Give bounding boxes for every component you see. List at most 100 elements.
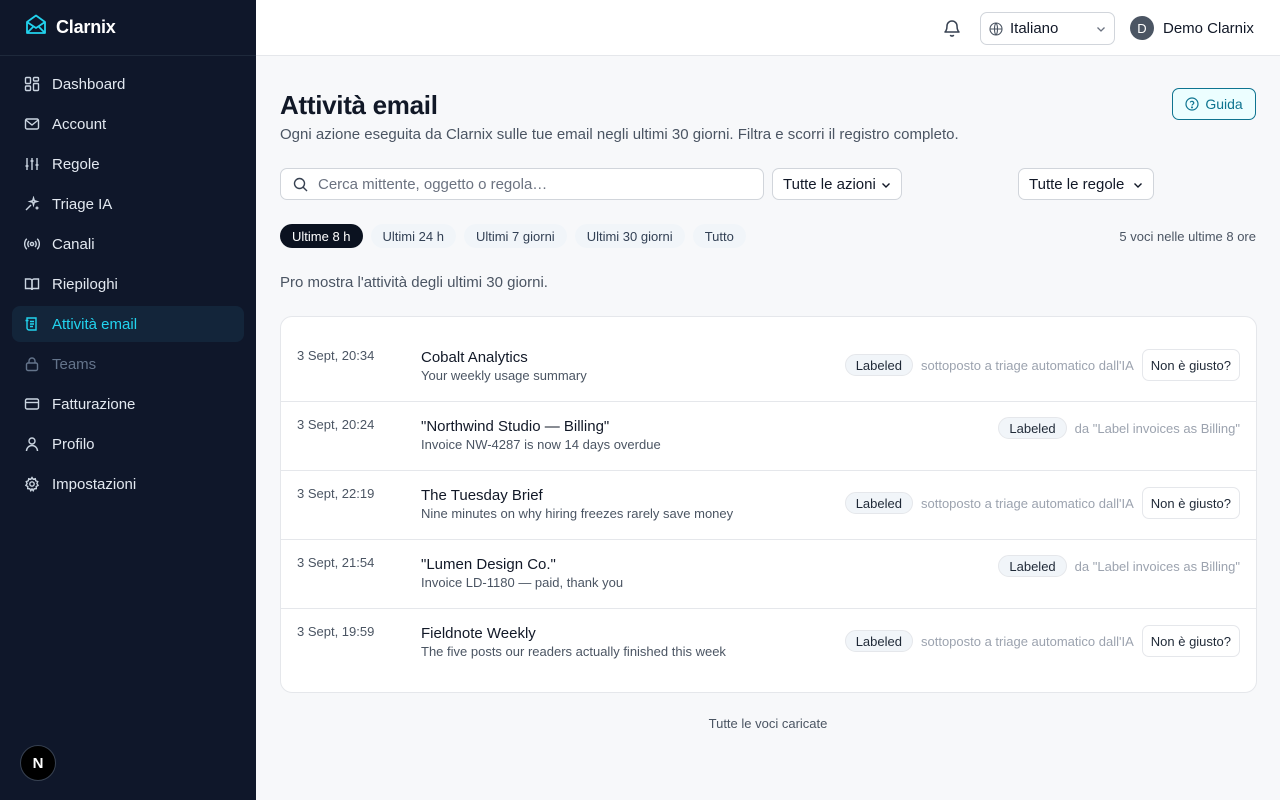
sliders-icon [24, 156, 40, 172]
sidebar-item-impostazioni[interactable]: Impostazioni [12, 466, 244, 502]
activity-snippet: Invoice NW-4287 is now 14 days overdue [421, 437, 661, 452]
activity-row: 3 Sept, 19:59 Fieldnote Weekly The five … [281, 609, 1256, 678]
range-pill-all[interactable]: Tutto [692, 224, 746, 248]
activity-subject: "Lumen Design Co." [421, 556, 556, 573]
sidebar-item-label: Regole [52, 155, 100, 173]
sidebar-item-label: Attività email [52, 315, 138, 333]
language-value: Italiano [1010, 20, 1059, 37]
search-icon [293, 177, 308, 191]
activity-subject: The Tuesday Brief [421, 487, 543, 504]
activity-snippet: Nine minutes on why hiring freezes rarel… [421, 506, 734, 521]
actions-filter-value: Tutte le azioni [783, 175, 876, 193]
avatar: D [1130, 16, 1154, 40]
pro-note: Pro mostra l'attività degli ultimi 30 gi… [280, 274, 548, 291]
status-badge: Labeled [844, 630, 913, 652]
search-input[interactable] [318, 175, 758, 193]
sidebar-item-label: Account [52, 115, 107, 133]
activity-time: 3 Sept, 19:59 [297, 624, 375, 639]
rules-filter-value: Tutte le regole [1029, 175, 1125, 193]
status-badge: Labeled [844, 492, 913, 514]
activity-snippet: Invoice LD-1180 — paid, thank you [421, 575, 624, 590]
bell-icon[interactable] [942, 18, 962, 38]
sidebar-item-attivita-email[interactable]: Attività email [12, 306, 244, 342]
search-box [280, 168, 764, 200]
sidebar-item-label: Riepiloghi [52, 275, 118, 293]
sidebar: Clarnix Dashboard Account Regole Triage … [0, 0, 256, 800]
dashboard-icon [24, 76, 40, 92]
range-pill-24h[interactable]: Ultimi 24 h [370, 224, 456, 248]
sidebar-item-regole[interactable]: Regole [12, 146, 244, 182]
user-menu[interactable]: D Demo Clarnix [1130, 16, 1254, 40]
sidebar-item-label: Profilo [52, 435, 95, 453]
language-select[interactable]: Italiano [980, 12, 1115, 45]
range-pill-7d[interactable]: Ultimi 7 giorni [463, 224, 567, 248]
activity-subject: "Northwind Studio — Billing" [421, 418, 610, 435]
page-title: Attività email [280, 90, 438, 120]
sidebar-item-canali[interactable]: Canali [12, 226, 244, 262]
activity-row: 3 Sept, 20:34 Cobalt Analytics Your week… [281, 333, 1256, 402]
activity-subject: Fieldnote Weekly [421, 625, 536, 642]
sidebar-item-dashboard[interactable]: Dashboard [12, 66, 244, 102]
credit-card-icon [24, 396, 40, 412]
sidebar-item-label: Canali [52, 235, 95, 253]
status-badge: Labeled [844, 354, 913, 376]
range-pill-8h[interactable]: Ultime 8 h [280, 224, 363, 248]
sidebar-nav: Dashboard Account Regole Triage IA Canal… [0, 56, 256, 516]
sidebar-item-riepiloghi[interactable]: Riepiloghi [12, 266, 244, 302]
status-badge: Labeled [998, 555, 1067, 577]
activity-meta: Labeled sottoposto a triage automatico d… [844, 487, 1240, 519]
user-icon [24, 436, 40, 452]
globe-icon [989, 21, 1003, 36]
activity-row: 3 Sept, 20:24 "Northwind Studio — Billin… [281, 402, 1256, 471]
activity-reason: sottoposto a triage automatico dall'IA [920, 357, 1134, 373]
activity-row: 3 Sept, 21:54 "Lumen Design Co." Invoice… [281, 540, 1256, 609]
top-bar: Italiano D Demo Clarnix [256, 0, 1280, 56]
list-footer-note: Tutte le voci caricate [708, 716, 828, 731]
mail-icon [24, 116, 40, 132]
radio-icon [24, 236, 40, 252]
range-pill-30d[interactable]: Ultimi 30 giorni [574, 224, 685, 248]
activity-row: 3 Sept, 22:19 The Tuesday Brief Nine min… [281, 471, 1256, 540]
gear-icon [24, 476, 40, 492]
activity-snippet: The five posts our readers actually fini… [421, 644, 726, 659]
brand-name: Clarnix [56, 17, 116, 37]
activity-list: 3 Sept, 20:34 Cobalt Analytics Your week… [280, 316, 1257, 693]
activity-time: 3 Sept, 22:19 [297, 486, 375, 501]
activity-reason: sottoposto a triage automatico dall'IA [920, 495, 1134, 511]
next-dev-badge[interactable]: N [20, 745, 56, 781]
sidebar-item-label: Fatturazione [52, 395, 136, 413]
activity-snippet: Your weekly usage summary [421, 368, 587, 383]
logo-mail-icon [24, 13, 48, 42]
activity-meta: Labeled da "Label invoices as Billing" [998, 417, 1240, 439]
page-subtitle: Ogni azione eseguita da Clarnix sulle tu… [280, 126, 959, 143]
report-wrong-button[interactable]: Non è giusto? [1141, 625, 1240, 657]
activity-time: 3 Sept, 20:34 [297, 348, 375, 363]
sparkles-icon [24, 196, 40, 212]
sidebar-item-label: Teams [52, 355, 97, 373]
rules-filter-select[interactable]: Tutte le regole [1018, 168, 1154, 200]
sidebar-item-label: Dashboard [52, 75, 126, 93]
sidebar-item-label: Triage IA [52, 195, 113, 213]
activity-meta: Labeled sottoposto a triage automatico d… [844, 349, 1240, 381]
sidebar-item-profilo[interactable]: Profilo [12, 426, 244, 462]
time-range-tabs: Ultime 8 h Ultimi 24 h Ultimi 7 giorni U… [280, 224, 754, 248]
activity-meta: Labeled sottoposto a triage automatico d… [844, 625, 1240, 657]
chevron-down-icon [1097, 27, 1105, 32]
user-name: Demo Clarnix [1163, 19, 1254, 37]
activity-reason: sottoposto a triage automatico dall'IA [920, 633, 1134, 649]
report-wrong-button[interactable]: Non è giusto? [1141, 487, 1240, 519]
chevron-down-icon [882, 183, 890, 188]
help-label: Guida [1205, 96, 1243, 112]
actions-filter-select[interactable]: Tutte le azioni [772, 168, 902, 200]
brand[interactable]: Clarnix [0, 0, 256, 56]
sidebar-item-fatturazione[interactable]: Fatturazione [12, 386, 244, 422]
sidebar-item-triage-ia[interactable]: Triage IA [12, 186, 244, 222]
activity-time: 3 Sept, 20:24 [297, 417, 375, 432]
help-button[interactable]: Guida [1172, 88, 1256, 120]
activity-meta: Labeled da "Label invoices as Billing" [998, 555, 1240, 577]
status-badge: Labeled [998, 417, 1067, 439]
book-icon [24, 276, 40, 292]
activity-time: 3 Sept, 21:54 [297, 555, 375, 570]
sidebar-item-account[interactable]: Account [12, 106, 244, 142]
report-wrong-button[interactable]: Non è giusto? [1141, 349, 1240, 381]
